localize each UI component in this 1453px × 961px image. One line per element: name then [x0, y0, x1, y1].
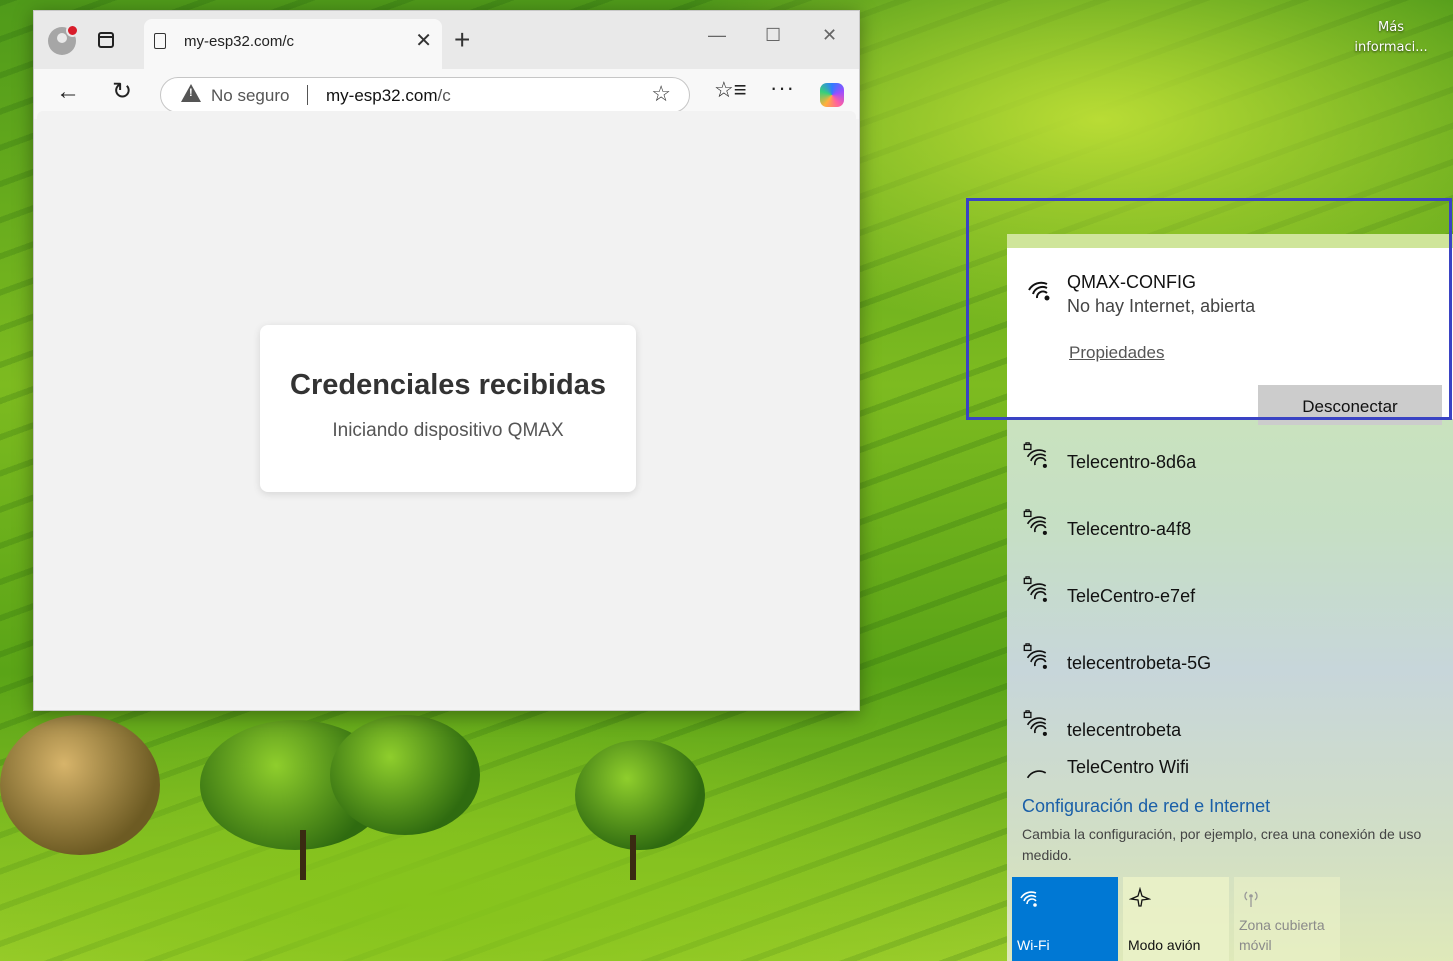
hotspot-quick-action[interactable]: Zona cubierta móvil [1234, 877, 1340, 961]
hotspot-icon [1244, 891, 1258, 907]
airplane-mode-quick-action[interactable]: Modo avión [1123, 877, 1229, 961]
secured-wifi-icon [1026, 770, 1047, 779]
network-settings-description: Cambia la configuración, por ejemplo, cr… [1022, 826, 1422, 863]
network-item[interactable]: TeleCentro Wifi [1007, 757, 1453, 779]
quick-action-label: Modo avión [1128, 937, 1201, 953]
network-ssid: telecentrobeta [1067, 720, 1182, 740]
url-host: my-esp32.com [326, 86, 438, 105]
page-content: Credenciales recibidas Iniciando disposi… [37, 111, 856, 707]
minimize-icon[interactable]: — [708, 23, 726, 47]
profile-avatar-icon[interactable] [48, 24, 79, 55]
tab-title: my-esp32.com/c [184, 33, 295, 50]
tree [330, 715, 480, 835]
network-ssid: Telecentro-a4f8 [1067, 519, 1192, 539]
url-text[interactable]: my-esp32.com/c [326, 86, 451, 106]
network-item[interactable]: telecentrobeta [1007, 702, 1453, 762]
quick-action-label: Zona cubierta móvil [1239, 917, 1325, 953]
secured-wifi-icon [1023, 710, 1047, 736]
wifi-quick-action[interactable]: Wi-Fi [1012, 877, 1118, 961]
more-options-icon[interactable]: ··· [770, 75, 795, 101]
security-label[interactable]: No seguro [211, 86, 289, 106]
network-list: Telecentro-8d6a Telecentro-a4f8 TeleCent… [1007, 419, 1453, 779]
favorite-star-icon[interactable]: ☆ [651, 81, 671, 107]
tree [575, 740, 705, 850]
quick-action-label: Wi-Fi [1017, 937, 1050, 953]
secured-wifi-icon [1023, 509, 1047, 535]
maximize-icon[interactable]: ☐ [765, 23, 781, 47]
page-title: Credenciales recibidas [290, 369, 606, 401]
network-ssid: telecentrobeta-5G [1067, 653, 1212, 673]
reload-icon[interactable]: ↻ [112, 77, 132, 107]
tab-bar: my-esp32.com/c ✕ + — ☐ ✕ [34, 11, 859, 69]
secured-wifi-icon [1023, 576, 1047, 602]
browser-window: my-esp32.com/c ✕ + — ☐ ✕ ← ↻ No seguro m… [33, 10, 860, 711]
warning-icon [181, 84, 201, 102]
wifi-icon [1020, 891, 1037, 907]
secured-wifi-icon [1023, 643, 1047, 669]
network-ssid: TeleCentro-e7ef [1067, 586, 1196, 606]
message-card: Credenciales recibidas Iniciando disposi… [260, 325, 636, 492]
tree-trunk [630, 835, 636, 880]
address-bar[interactable]: No seguro my-esp32.com/c ☆ [160, 77, 690, 113]
secured-wifi-icon [1023, 442, 1047, 468]
network-ssid: Telecentro-8d6a [1067, 452, 1197, 472]
network-item[interactable]: Telecentro-a4f8 [1007, 501, 1453, 561]
network-ssid: TeleCentro Wifi [1067, 757, 1190, 777]
network-settings-link[interactable]: Configuración de red e Internet [1022, 796, 1270, 817]
network-item[interactable]: telecentrobeta-5G [1007, 635, 1453, 695]
new-tab-icon[interactable]: + [454, 25, 470, 55]
close-tab-icon[interactable]: ✕ [415, 29, 432, 53]
url-path: /c [437, 86, 451, 105]
favorites-icon[interactable]: ☆≡ [714, 77, 747, 103]
tree [0, 715, 160, 855]
copilot-icon[interactable] [820, 83, 844, 107]
more-info-link[interactable]: Más informaci... [1345, 18, 1437, 58]
network-item[interactable]: TeleCentro-e7ef [1007, 568, 1453, 628]
close-window-icon[interactable]: ✕ [822, 23, 837, 47]
airplane-icon [1129, 887, 1151, 907]
address-separator [307, 85, 308, 105]
page-document-icon [154, 33, 166, 49]
tab-actions-icon[interactable] [98, 32, 114, 48]
back-icon[interactable]: ← [56, 77, 80, 107]
network-item[interactable]: Telecentro-8d6a [1007, 434, 1453, 494]
browser-tab[interactable]: my-esp32.com/c ✕ [144, 19, 442, 69]
highlight-box [966, 198, 1452, 420]
tree-trunk [300, 830, 306, 880]
page-subtitle: Iniciando dispositivo QMAX [332, 420, 564, 441]
